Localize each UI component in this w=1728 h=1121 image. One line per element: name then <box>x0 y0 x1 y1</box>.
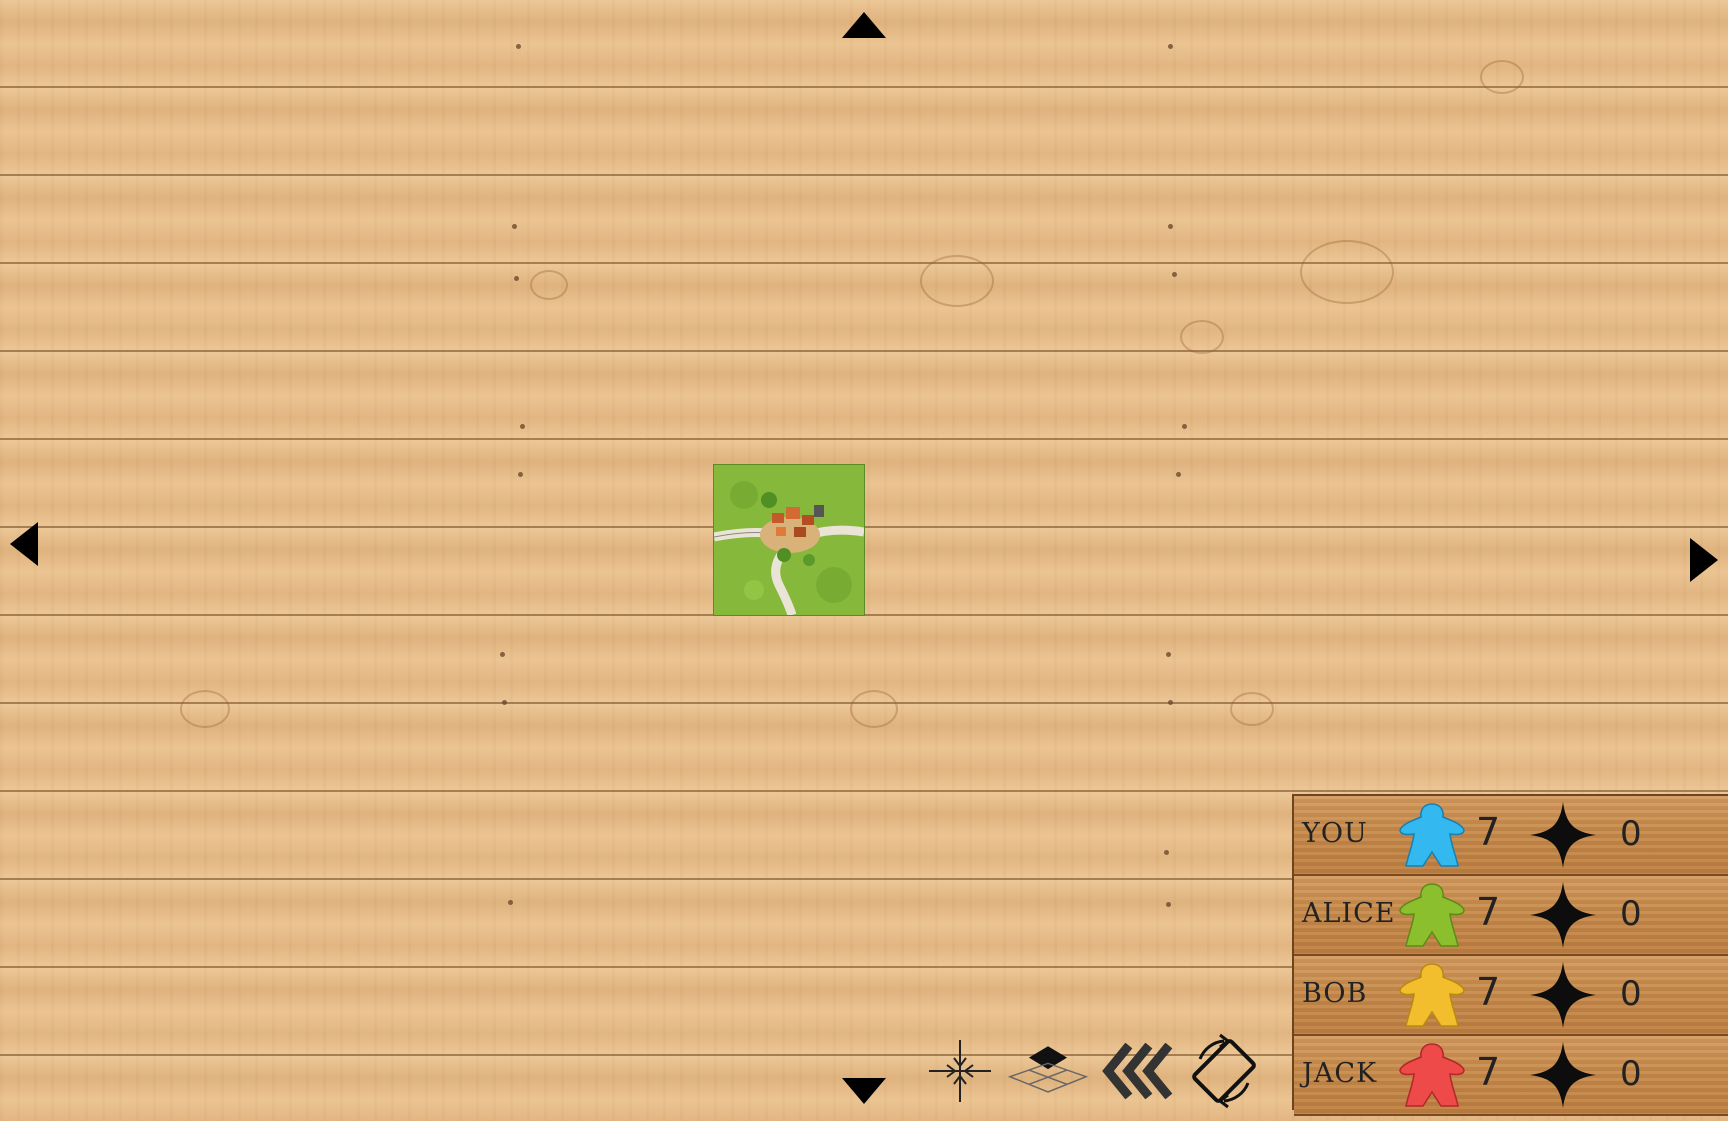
player-name: JACK <box>1302 1058 1378 1089</box>
arrow-left-icon[interactable] <box>10 522 38 566</box>
wood-knot <box>180 690 230 728</box>
player-name: BOB <box>1302 978 1368 1009</box>
player-row-alice: ALICE 7 0 <box>1294 876 1728 956</box>
nail <box>1182 424 1187 429</box>
score-star-icon <box>1530 882 1596 948</box>
center-view-icon <box>929 1040 991 1102</box>
tile-artwork <box>714 465 864 615</box>
player-row-jack: JACK 7 0 <box>1294 1036 1728 1116</box>
player-name: ALICE <box>1302 898 1396 929</box>
player-score: 0 <box>1620 974 1642 1014</box>
nail <box>502 700 507 705</box>
undo-button[interactable] <box>1096 1036 1176 1106</box>
nail <box>516 44 521 49</box>
nail <box>518 472 523 477</box>
nail <box>1164 850 1169 855</box>
wood-knot <box>850 690 898 728</box>
wood-knot <box>1230 692 1274 726</box>
wood-knot <box>530 270 568 300</box>
player-row-bob: BOB 7 0 <box>1294 956 1728 1036</box>
nail <box>1166 652 1171 657</box>
rewind-icon <box>1102 1043 1173 1099</box>
meeple-count: 7 <box>1476 1050 1501 1094</box>
game-board[interactable]: YOU 7 0 ALICE 7 0 BOB 7 0 JACK 7 0 <box>0 0 1728 1121</box>
arrow-right-icon[interactable] <box>1690 538 1718 582</box>
layers-icon <box>1008 1046 1088 1093</box>
meeple-count: 7 <box>1476 970 1501 1014</box>
nail <box>1166 902 1171 907</box>
meeple-icon <box>1399 1043 1465 1107</box>
wood-knot <box>920 255 994 307</box>
nail <box>1168 224 1173 229</box>
wood-knot <box>1300 240 1394 304</box>
nail <box>512 224 517 229</box>
nail <box>500 652 505 657</box>
player-score: 0 <box>1620 814 1642 854</box>
score-star-icon <box>1530 1042 1596 1108</box>
nail <box>1168 44 1173 49</box>
nail <box>1168 700 1173 705</box>
score-star-icon <box>1530 962 1596 1028</box>
placed-tile[interactable] <box>714 465 864 615</box>
nail <box>1172 272 1177 277</box>
meeple-count: 7 <box>1476 890 1501 934</box>
layers-button[interactable] <box>1008 1036 1088 1106</box>
nail <box>514 276 519 281</box>
meeple-icon <box>1399 883 1465 947</box>
toolbar <box>920 1033 1264 1109</box>
player-row-you: YOU 7 0 <box>1294 796 1728 876</box>
scoreboard: YOU 7 0 ALICE 7 0 BOB 7 0 JACK 7 0 <box>1292 794 1728 1116</box>
player-name: YOU <box>1302 818 1368 849</box>
rotate-button[interactable] <box>1184 1033 1264 1109</box>
nail <box>1176 472 1181 477</box>
nail <box>520 424 525 429</box>
rotate-tile-icon <box>1192 1033 1256 1109</box>
player-score: 0 <box>1620 1054 1642 1094</box>
meeple-icon <box>1399 803 1465 867</box>
player-score: 0 <box>1620 894 1642 934</box>
score-star-icon <box>1530 802 1596 868</box>
nail <box>508 900 513 905</box>
meeple-count: 7 <box>1476 810 1501 854</box>
wood-knot <box>1180 320 1224 354</box>
meeple-icon <box>1399 963 1465 1027</box>
wood-knot <box>1480 60 1524 94</box>
center-view-button[interactable] <box>920 1036 1000 1106</box>
arrow-up-icon[interactable] <box>842 12 886 38</box>
arrow-down-icon[interactable] <box>842 1078 886 1104</box>
